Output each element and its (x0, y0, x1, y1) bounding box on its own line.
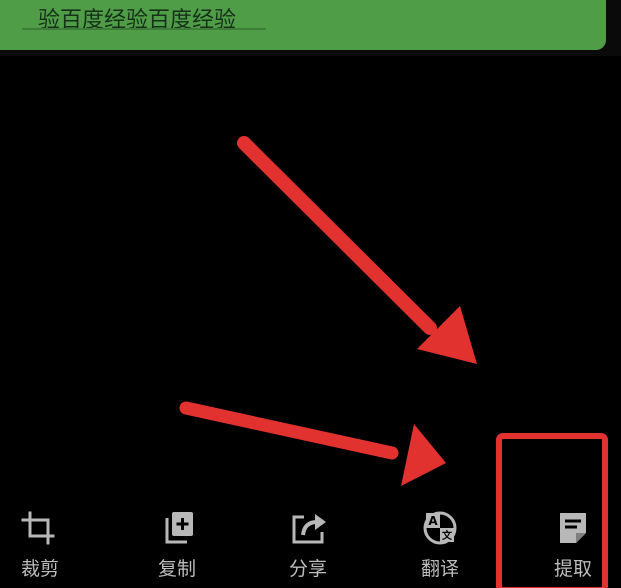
screen: 验百度经验百度经验 裁剪 复制 分享 A 文 翻译 提取 (0, 0, 621, 588)
copy-button[interactable]: 复制 (137, 500, 217, 588)
share-button[interactable]: 分享 (268, 500, 348, 588)
image-preview: 验百度经验百度经验 (0, 0, 621, 56)
copy-label: 复制 (157, 558, 196, 580)
extract-highlight-box (496, 433, 608, 588)
translate-label: 翻译 (420, 558, 459, 580)
share-icon (292, 514, 326, 544)
copy-icon (165, 512, 193, 544)
text-underline (22, 28, 266, 30)
translate-button[interactable]: A 文 翻译 (400, 500, 480, 588)
crop-label: 裁剪 (20, 558, 59, 580)
red-arrow-lower (179, 401, 446, 486)
translate-icon: A 文 (423, 511, 457, 545)
highlighted-text-card: 验百度经验百度经验 (0, 0, 606, 50)
red-arrow-upper (237, 136, 477, 364)
svg-text:A: A (428, 514, 438, 528)
crop-icon (21, 511, 55, 545)
share-label: 分享 (288, 558, 327, 580)
svg-text:文: 文 (442, 529, 453, 542)
crop-button[interactable]: 裁剪 (0, 500, 80, 588)
